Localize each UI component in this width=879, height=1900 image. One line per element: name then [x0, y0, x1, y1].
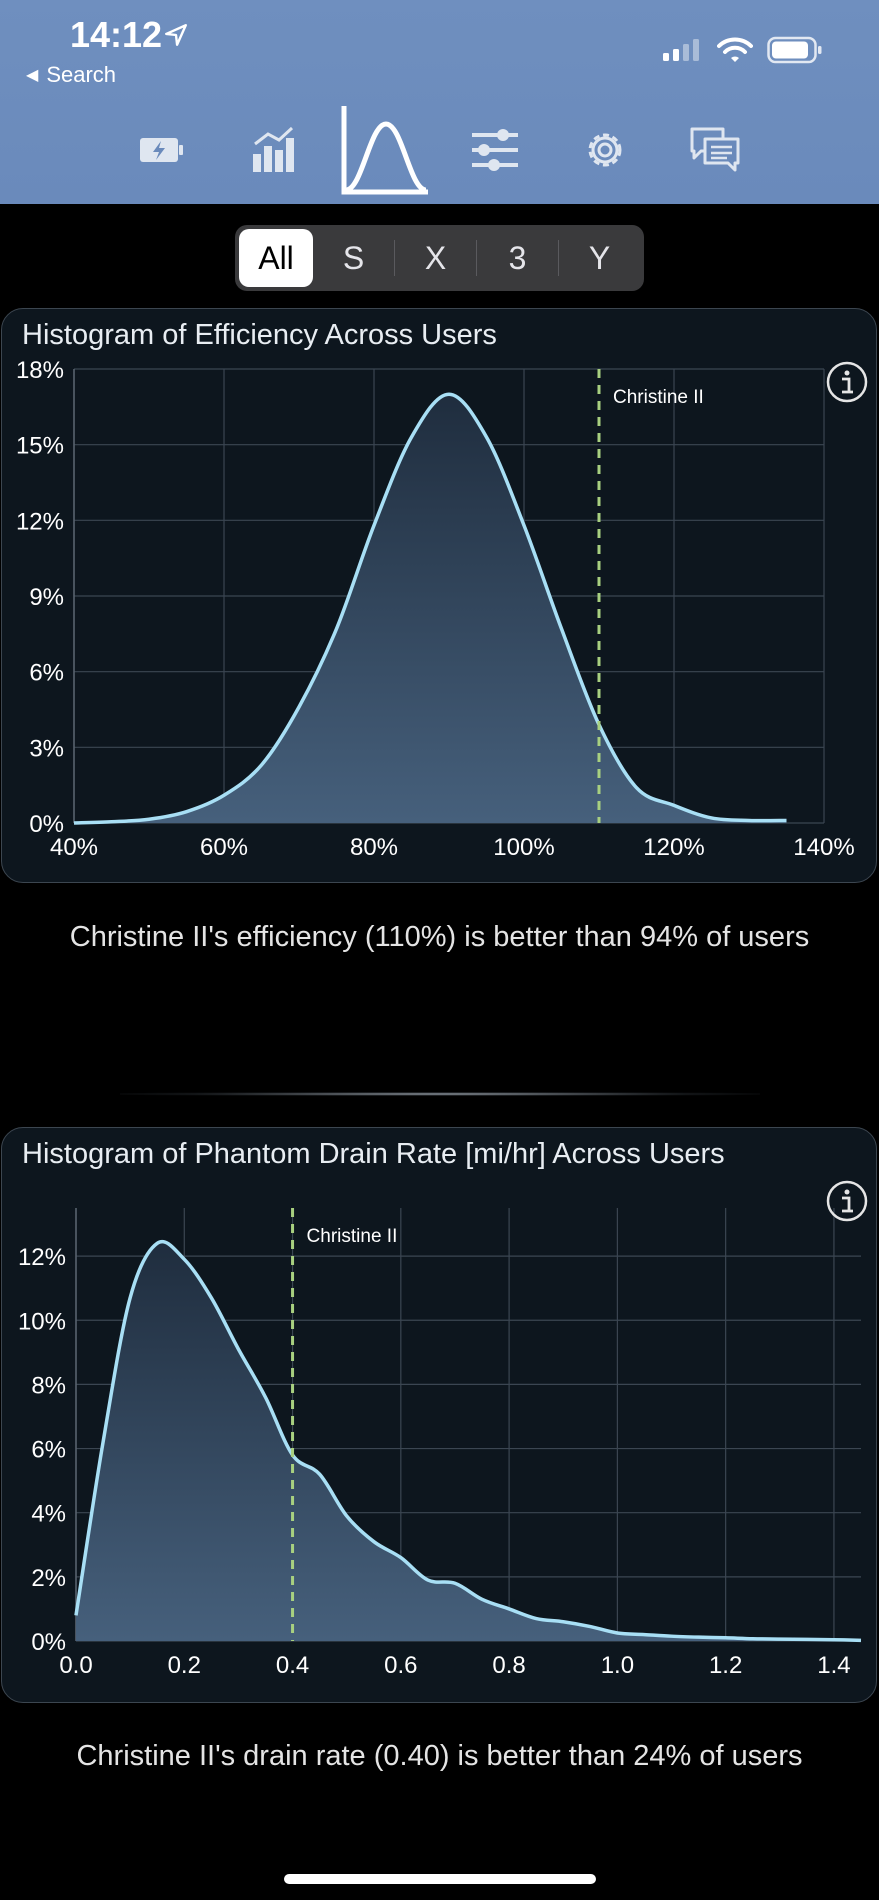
efficiency-histogram-chart: 40% 60% 80% 100% 120% 140% 0% 3% 6% 9% 12% 15% 18% Ch…: [16, 357, 855, 861]
home-indicator: [284, 1874, 596, 1884]
y-tick-label: 12%: [18, 1244, 66, 1271]
x-tick-label: 0.6: [384, 1652, 417, 1679]
gear-icon: [588, 133, 622, 167]
y-tick-label: 18%: [16, 357, 64, 384]
x-tick-label: 0.2: [168, 1652, 201, 1679]
back-label: Search: [46, 62, 117, 87]
drain-caption: Christine II's drain rate (0.40) is bett…: [76, 1740, 803, 1772]
y-tick-label: 0%: [31, 1629, 66, 1656]
model-segmented-control: All S X 3 Y: [235, 225, 644, 291]
segment-3[interactable]: 3: [477, 229, 558, 287]
x-tick-label: 80%: [350, 834, 398, 861]
battery-charging-icon: [140, 138, 183, 162]
back-to-search[interactable]: ◀ Search: [26, 62, 116, 88]
status-time: 14:12: [70, 14, 163, 55]
user-marker-label: Christine II: [307, 1226, 398, 1247]
x-tick-label: 120%: [643, 834, 704, 861]
battery-icon: [767, 36, 822, 64]
y-tick-label: 6%: [29, 660, 64, 687]
y-tick-label: 10%: [18, 1308, 66, 1335]
y-tick-label: 8%: [31, 1372, 66, 1399]
segment-y[interactable]: Y: [559, 229, 640, 287]
x-tick-label: 1.2: [709, 1652, 742, 1679]
tab-trends[interactable]: [243, 104, 303, 196]
x-tick-label: 0.0: [59, 1652, 92, 1679]
user-marker-label: Christine II: [613, 387, 704, 408]
tab-feedback[interactable]: [685, 104, 745, 196]
segment-s[interactable]: S: [313, 229, 394, 287]
info-icon[interactable]: [826, 1180, 868, 1222]
x-tick-label: 100%: [493, 834, 554, 861]
y-tick-label: 3%: [29, 735, 64, 762]
cellular-signal-icon: [663, 39, 699, 61]
x-tick-label: 60%: [200, 834, 248, 861]
distribution-area: [74, 394, 787, 823]
bell-curve-icon: [341, 106, 428, 195]
y-tick-label: 12%: [16, 508, 64, 535]
y-tick-label: 4%: [31, 1501, 66, 1528]
efficiency-caption: Christine II's efficiency (110%) is bett…: [69, 921, 810, 953]
segment-x[interactable]: X: [395, 229, 476, 287]
location-arrow-icon: [165, 24, 187, 46]
x-tick-label: 1.0: [601, 1652, 634, 1679]
tab-histogram[interactable]: [340, 104, 430, 196]
info-icon[interactable]: [826, 361, 868, 403]
x-tick-label: 0.8: [492, 1652, 525, 1679]
efficiency-histogram-card: Histogram of Efficiency Across Users 40%…: [1, 308, 877, 883]
wifi-icon: [717, 37, 753, 62]
bar-chart-icon: [253, 126, 294, 172]
y-tick-label: 9%: [29, 584, 64, 611]
y-tick-label: 0%: [29, 811, 64, 838]
status-icons: [663, 36, 823, 64]
y-tick-label: 15%: [16, 433, 64, 460]
back-chevron-icon: ◀: [26, 67, 39, 84]
drain-histogram-card: Histogram of Phantom Drain Rate [mi/hr] …: [1, 1127, 877, 1703]
chat-icon: [690, 127, 740, 172]
drain-histogram-chart: 0.0 0.2 0.4 0.6 0.8 1.0 1.2 1.4 0% 2% 4% 6% 8% 10% 12%…: [18, 1208, 862, 1679]
y-tick-label: 2%: [31, 1565, 66, 1592]
x-tick-label: 140%: [793, 834, 854, 861]
y-tick-label: 6%: [31, 1437, 66, 1464]
tab-filters[interactable]: [465, 104, 525, 196]
x-tick-label: 1.4: [817, 1652, 850, 1679]
x-tick-label: 0.4: [276, 1652, 309, 1679]
x-tick-label: 40%: [50, 834, 98, 861]
segment-all[interactable]: All: [239, 229, 313, 287]
tab-settings[interactable]: [575, 104, 635, 196]
top-bar: 14:12 ◀ Search: [0, 0, 879, 204]
section-divider: [120, 1092, 760, 1096]
chart-tab-bar: [0, 104, 879, 196]
sliders-icon: [472, 129, 518, 171]
tab-charging[interactable]: [132, 104, 192, 196]
distribution-area: [76, 1241, 861, 1641]
